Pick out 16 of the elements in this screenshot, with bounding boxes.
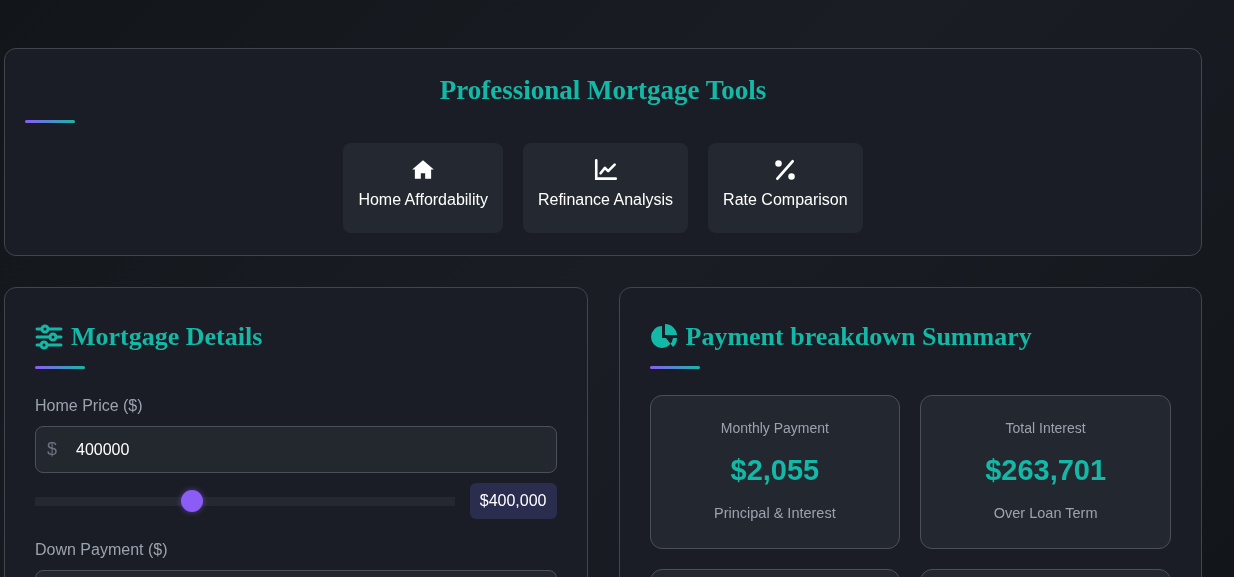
field-label: Home Price ($) xyxy=(35,397,144,415)
currency-prefix: $ xyxy=(47,439,57,460)
tool-button[interactable]: Rate Comparison xyxy=(708,143,863,233)
stat-value: $2,055 xyxy=(730,454,820,487)
value-badge: $400,000 xyxy=(469,483,557,519)
stat-label: Monthly Payment xyxy=(720,420,829,436)
section-title: Mortgage Details xyxy=(71,322,263,352)
tool-button[interactable]: Home Affordability xyxy=(343,143,503,233)
stat-note: Principal & Interest xyxy=(714,505,836,521)
field-label: Down Payment ($) xyxy=(35,541,169,559)
stat-value: $263,701 xyxy=(985,454,1107,487)
section-title: Payment breakdown Summary xyxy=(685,322,1032,352)
tools-title: Professional Mortgage Tools xyxy=(439,75,767,106)
tool-button[interactable]: Refinance Analysis xyxy=(522,143,689,233)
stat-label: Total Interest xyxy=(1005,420,1086,436)
stat-note: Over Loan Term xyxy=(993,505,1098,521)
